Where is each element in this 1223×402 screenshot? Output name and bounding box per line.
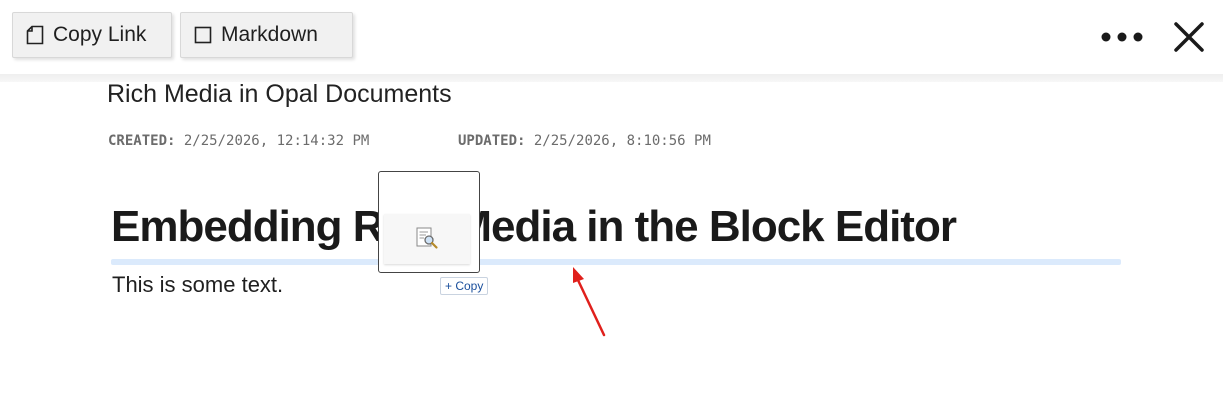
created-value: 2/25/2026, 12:14:32 PM (183, 133, 370, 149)
updated-value: 2/25/2026, 8:10:56 PM (533, 133, 711, 149)
more-horizontal-icon[interactable] (1100, 27, 1144, 47)
image-search-icon (416, 227, 438, 249)
annotation-arrow (565, 262, 615, 342)
toolbar: Copy Link Markdown (0, 0, 1223, 74)
paragraph-block[interactable]: This is some text. (112, 272, 283, 298)
media-thumbnail (384, 214, 470, 264)
markdown-button[interactable]: Markdown (180, 12, 353, 58)
created-label: CREATED: (108, 133, 176, 149)
checkbox-icon (194, 25, 212, 45)
markdown-label: Markdown (221, 23, 318, 46)
copy-link-button[interactable]: Copy Link (12, 12, 172, 58)
document-icon (26, 25, 44, 45)
heading-block[interactable]: Embedding Rich Media in the Block Editor (111, 202, 957, 252)
close-icon[interactable] (1173, 21, 1205, 53)
updated-label: UPDATED: (458, 133, 526, 149)
drag-preview[interactable] (378, 171, 480, 273)
created-timestamp: CREATED: 2/25/2026, 12:14:32 PM (108, 133, 369, 149)
copy-link-label: Copy Link (53, 23, 147, 46)
drop-indicator (111, 259, 1121, 265)
copy-badge: + Copy (440, 277, 489, 295)
document-title: Rich Media in Opal Documents (107, 80, 452, 108)
updated-timestamp: UPDATED: 2/25/2026, 8:10:56 PM (458, 133, 711, 149)
